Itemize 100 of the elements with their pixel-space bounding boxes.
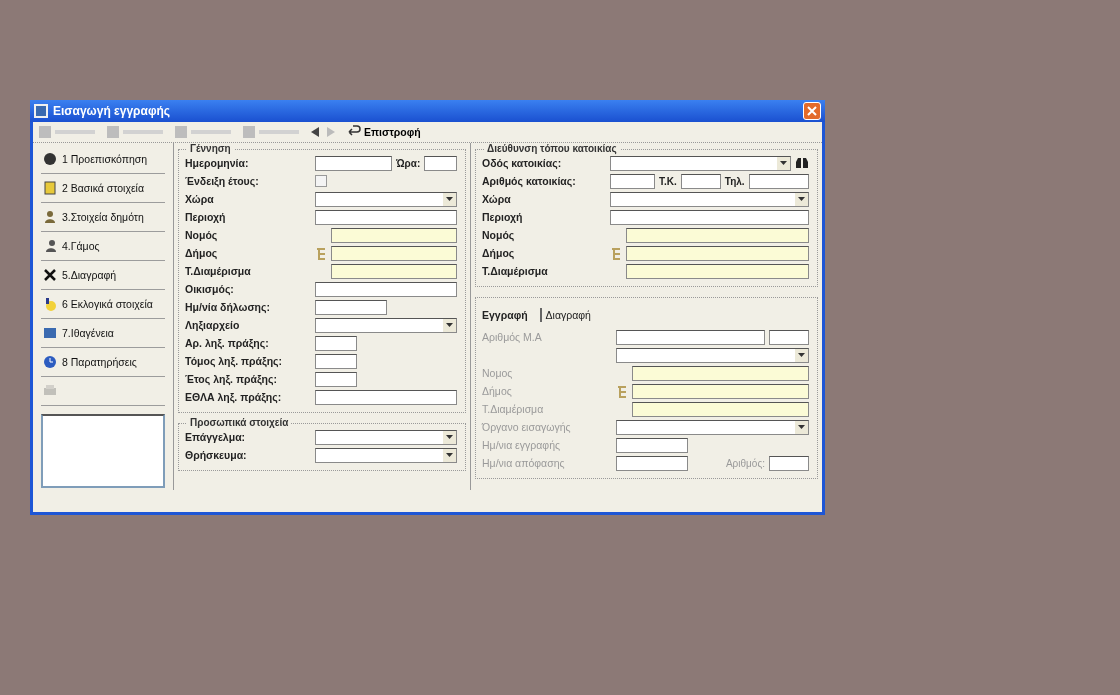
group-title: Γέννηση	[187, 143, 234, 154]
input-field[interactable]	[632, 383, 809, 399]
field-label: Δήμος	[185, 247, 219, 259]
field-label: Ημ/νια εγγραφής	[482, 439, 562, 451]
field-label: Ημ/νία δήλωσης:	[185, 301, 271, 313]
dropdown-field[interactable]	[616, 347, 809, 363]
dropdown-field[interactable]	[610, 155, 791, 171]
sidebar-item[interactable]: 3.Στοιχεία δημότη	[41, 203, 165, 232]
input-field[interactable]	[331, 227, 457, 243]
field-label: Έτος ληξ. πράξης:	[185, 373, 278, 385]
input-field[interactable]	[769, 455, 809, 471]
dropdown-arrow-icon	[446, 323, 453, 327]
dropdown-arrow-icon	[446, 453, 453, 457]
input-field[interactable]	[315, 353, 357, 369]
input-field[interactable]	[769, 329, 809, 345]
close-button[interactable]	[803, 102, 821, 120]
dropdown-field[interactable]	[315, 429, 457, 445]
field-label: Νομός	[185, 229, 219, 241]
group-title: Διεύθυνση τόπου κατοικίας	[484, 143, 620, 154]
delete-icon	[43, 268, 57, 282]
app-icon	[34, 104, 48, 118]
input-field[interactable]	[315, 371, 357, 387]
input-field[interactable]	[616, 437, 688, 453]
dropdown-arrow-icon	[780, 161, 787, 165]
dropdown-field[interactable]	[315, 317, 457, 333]
field-label: Χώρα	[185, 193, 215, 205]
field-label: Τ.Διαμέρισμα	[482, 403, 545, 415]
back-arrow-icon	[311, 127, 319, 137]
group-title: Προσωπικά στοιχεία	[187, 417, 292, 428]
checkbox[interactable]	[315, 175, 327, 187]
input-field[interactable]	[748, 173, 809, 189]
input-field[interactable]	[315, 155, 393, 171]
field-label: Επάγγελμα:	[185, 431, 247, 443]
input-field[interactable]	[626, 245, 809, 261]
field-label: Αριθμός κατοικίας:	[482, 175, 577, 187]
field-label: Όργανο εισαγωγής	[482, 421, 572, 433]
dropdown-arrow-icon	[798, 197, 805, 201]
forward-arrow-icon	[327, 127, 335, 137]
input-field[interactable]	[616, 455, 688, 471]
sidebar-item[interactable]: 2 Βασικά στοιχεία	[41, 174, 165, 203]
input-field[interactable]	[315, 281, 457, 297]
sidebar-item[interactable]: 6 Εκλογικά στοιχεία	[41, 290, 165, 319]
field-label: Ημ/νια απόφασης	[482, 457, 566, 469]
field-label: Περιοχή	[185, 211, 227, 223]
dropdown-arrow-icon	[798, 353, 805, 357]
field-label: Χώρα	[482, 193, 512, 205]
input-field[interactable]	[632, 401, 809, 417]
dropdown-field[interactable]	[315, 447, 457, 463]
field-label: Ένδειξη έτους:	[185, 175, 260, 187]
field-label: Θρήσκευμα:	[185, 449, 248, 461]
field-label: Αριθμός:	[725, 457, 765, 469]
input-field[interactable]	[610, 173, 655, 189]
input-field[interactable]	[331, 263, 457, 279]
return-button[interactable]: Επιστροφή	[343, 125, 425, 139]
sidebar-item[interactable]: 7.Ιθαγένεια	[41, 319, 165, 348]
clock-icon	[43, 355, 57, 369]
binoculars-icon	[795, 157, 809, 169]
field-label: Νομος	[482, 367, 514, 379]
dropdown-field[interactable]	[610, 191, 809, 207]
sidebar-item[interactable]: 8 Παρατηρήσεις	[41, 348, 165, 377]
field-label: Τ.Κ.	[659, 175, 677, 187]
field-label: Αρ. ληξ. πράξης:	[185, 337, 270, 349]
field-label: ΕΘΛΑ ληξ. πράξης:	[185, 391, 283, 403]
input-field[interactable]	[610, 209, 809, 225]
input-field[interactable]	[616, 329, 765, 345]
input-field[interactable]	[626, 263, 809, 279]
dropdown-field[interactable]	[315, 191, 457, 207]
dropdown-arrow-icon	[798, 425, 805, 429]
sidebar-item[interactable]: 5.Διαγραφή	[41, 261, 165, 290]
field-label: Οδός κατοικίας:	[482, 157, 563, 169]
input-field[interactable]	[632, 365, 809, 381]
field-label: Τ.Διαμέρισμα	[482, 265, 549, 277]
field-label: Τηλ.	[724, 175, 745, 187]
input-field[interactable]	[315, 299, 387, 315]
field-label: Ημερομηνία:	[185, 157, 250, 169]
input-field[interactable]	[315, 335, 357, 351]
input-field[interactable]	[315, 389, 457, 405]
input-field[interactable]	[331, 245, 457, 261]
field-label: Νομός	[482, 229, 516, 241]
field-label: Ληξιαρχείο	[185, 319, 241, 331]
input-field[interactable]	[680, 173, 721, 189]
dropdown-arrow-icon	[446, 435, 453, 439]
field-label: Δήμος	[482, 247, 516, 259]
person-icon	[43, 210, 57, 224]
field-label: Περιοχή	[482, 211, 524, 223]
input-field[interactable]	[315, 209, 457, 225]
dropdown-field[interactable]	[616, 419, 809, 435]
input-field[interactable]	[424, 155, 457, 171]
field-label: Τόμος ληξ. πράξης:	[185, 355, 284, 367]
field-label: Αριθμός Μ.Α	[482, 331, 543, 343]
field-label: Οικισμός:	[185, 283, 235, 295]
field-label: Ώρα:	[396, 157, 421, 169]
input-field[interactable]	[626, 227, 809, 243]
sidebar-item[interactable]: 1 Προεπισκόπηση	[41, 145, 165, 174]
field-label: Δήμος	[482, 385, 513, 397]
dropdown-arrow-icon	[446, 197, 453, 201]
close-icon	[807, 106, 817, 116]
field-label: Τ.Διαμέρισμα	[185, 265, 252, 277]
window-title: Εισαγωγή εγγραφής	[53, 104, 172, 118]
sidebar-item[interactable]: 4.Γάμος	[41, 232, 165, 261]
